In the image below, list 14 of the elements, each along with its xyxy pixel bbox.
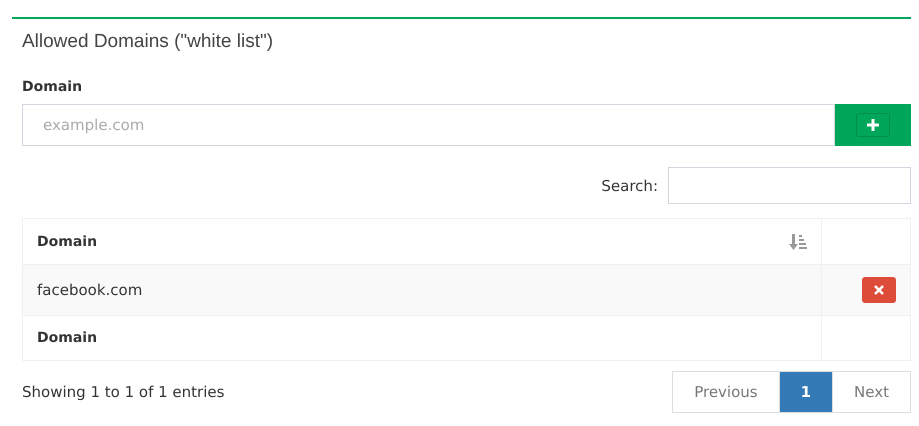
- delete-button[interactable]: [862, 277, 896, 303]
- search-field[interactable]: [668, 167, 911, 204]
- close-icon: [874, 285, 884, 295]
- search-label: Search:: [601, 176, 658, 194]
- panel-title: Allowed Domains ("white list"): [22, 31, 274, 53]
- plus-icon: [867, 119, 879, 131]
- column-header[interactable]: Domain: [37, 234, 98, 250]
- field-label: Domain: [22, 79, 84, 95]
- column-footer: Domain: [37, 330, 98, 346]
- sort-icon[interactable]: [789, 234, 807, 250]
- domain-input[interactable]: example.com: [22, 104, 835, 146]
- entries-info: Showing 1 to 1 of 1 entries: [22, 383, 224, 401]
- pagination-button[interactable]: 1: [778, 371, 834, 413]
- domain-cell: facebook.com: [37, 281, 142, 299]
